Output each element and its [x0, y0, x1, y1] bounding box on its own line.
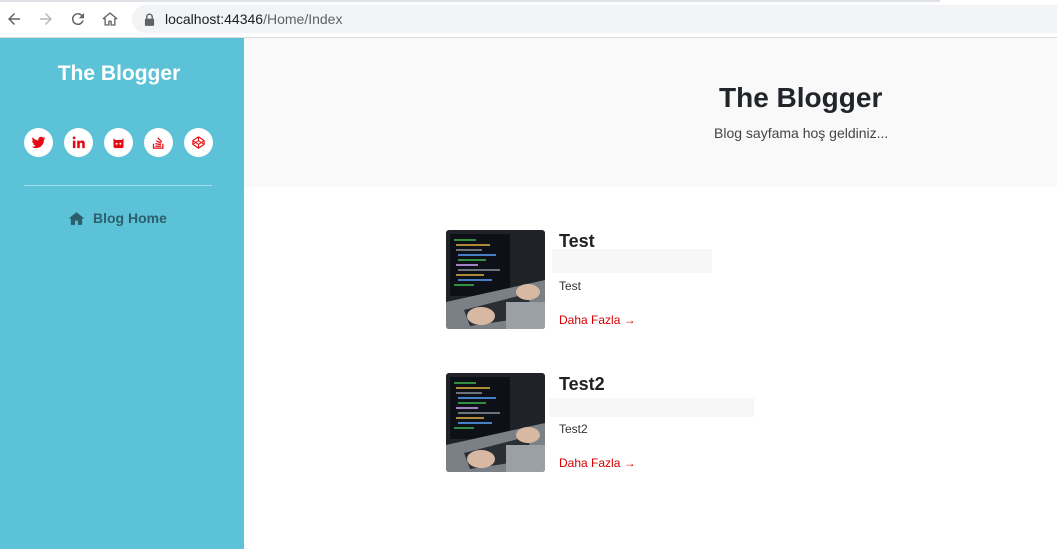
forward-arrow-icon — [40, 13, 52, 25]
linkedin-link[interactable] — [64, 128, 93, 157]
house-outline-icon — [102, 12, 118, 26]
back-button[interactable] — [2, 7, 26, 31]
laptop-coding-image — [446, 373, 545, 472]
post-thumbnail[interactable] — [446, 373, 545, 472]
reload-icon — [71, 13, 84, 26]
hero-header: The Blogger Blog sayfama hoş geldiniz... — [244, 38, 1057, 187]
post-title[interactable]: Test2 — [559, 374, 605, 395]
reload-button[interactable] — [66, 7, 90, 31]
browser-home-button[interactable] — [98, 7, 122, 31]
github-icon — [113, 138, 124, 149]
page-title: The Blogger — [719, 82, 883, 113]
twitter-icon — [31, 136, 46, 149]
post-thumbnail[interactable] — [446, 230, 545, 329]
forward-button[interactable] — [34, 7, 58, 31]
home-icon — [68, 211, 85, 226]
page-subtitle: Blog sayfama hoş geldiniz... — [714, 125, 889, 141]
post-title[interactable]: Test — [559, 231, 595, 252]
stackoverflow-icon — [152, 137, 164, 149]
post-excerpt: Test — [559, 279, 582, 293]
post-placeholder — [552, 249, 712, 273]
nav-blog-home-label: Blog Home — [93, 210, 167, 226]
nav-blog-home[interactable]: Blog Home — [68, 210, 167, 226]
sidebar-divider — [24, 185, 212, 186]
twitter-link[interactable] — [24, 128, 53, 157]
sidebar-brand[interactable]: The Blogger — [0, 62, 238, 86]
sidebar: The Blogger Blog Home — [0, 38, 244, 549]
read-more-link[interactable]: Daha Fazla → — [559, 313, 636, 327]
linkedin-icon — [72, 136, 85, 149]
lock-icon — [144, 12, 156, 26]
post-excerpt: Test2 — [559, 422, 588, 436]
github-link[interactable] — [104, 128, 133, 157]
address-bar[interactable]: localhost:44346/Home/Index — [132, 5, 1057, 33]
codepen-link[interactable] — [184, 128, 213, 157]
url-path: /Home/Index — [263, 11, 343, 27]
post-card: Test Test Daha Fazla → — [446, 230, 806, 330]
laptop-coding-image — [446, 230, 545, 329]
codepen-icon — [192, 136, 205, 149]
post-card: Test2 Test2 Daha Fazla → — [446, 373, 806, 473]
stackoverflow-link[interactable] — [144, 128, 173, 157]
social-links — [24, 128, 224, 157]
url-host: localhost:44346 — [165, 11, 264, 27]
browser-toolbar: localhost:44346/Home/Index — [0, 0, 1057, 38]
read-more-link[interactable]: Daha Fazla → — [559, 456, 636, 470]
post-placeholder — [549, 398, 754, 417]
back-arrow-icon — [8, 13, 20, 25]
